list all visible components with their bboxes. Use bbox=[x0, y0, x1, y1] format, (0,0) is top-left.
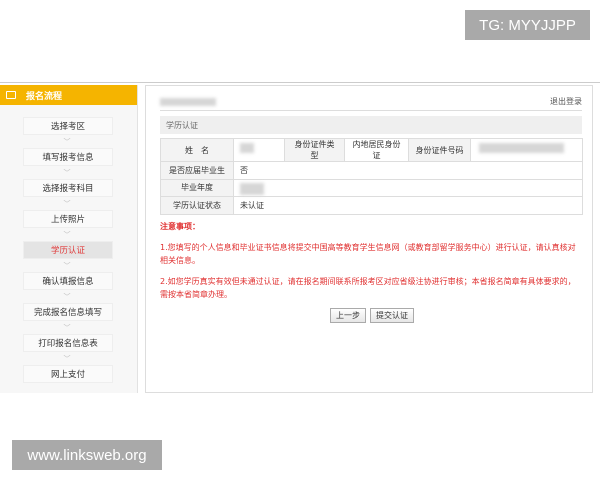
monitor-icon bbox=[6, 91, 16, 99]
id-type-label: 身份证件类型 bbox=[284, 138, 345, 162]
sidebar-step[interactable]: 填写报考信息 bbox=[23, 148, 113, 166]
divider bbox=[0, 82, 600, 83]
grad-year-label: 毕业年度 bbox=[160, 178, 234, 197]
notice: 注意事项： 1.您填写的个人信息和毕业证书信息将提交中国高等教育学生信息网（或教… bbox=[160, 220, 580, 309]
name-label: 姓 名 bbox=[160, 138, 234, 162]
redacted-username bbox=[160, 98, 216, 106]
main-panel: 退出登录 学历认证 姓 名 身份证件类型 内地居民身份证 身份证件号码 是否应届… bbox=[145, 85, 593, 393]
sidebar-step[interactable]: 学历认证 bbox=[23, 241, 113, 259]
id-no-label: 身份证件号码 bbox=[408, 138, 471, 162]
submit-button[interactable]: 提交认证 bbox=[370, 308, 414, 323]
divider bbox=[160, 110, 582, 111]
sidebar-title: 报名流程 bbox=[26, 91, 63, 102]
notice-item: 2.如您学历真实有效但未通过认证，请在报名期间联系所报考区对应省级注协进行审核；… bbox=[160, 277, 576, 299]
sidebar-step[interactable]: 确认填报信息 bbox=[23, 272, 113, 290]
prev-button[interactable]: 上一步 bbox=[330, 308, 366, 323]
id-type-value: 内地居民身份证 bbox=[344, 138, 409, 162]
logout-link[interactable]: 退出登录 bbox=[550, 96, 582, 107]
table-row: 学历认证状态 未认证 bbox=[160, 196, 583, 215]
chevron-down-icon: ﹀ bbox=[63, 231, 71, 239]
sidebar-step[interactable]: 打印报名信息表 bbox=[23, 334, 113, 352]
name-value bbox=[233, 138, 285, 162]
sidebar-step[interactable]: 完成报名信息填写 bbox=[23, 303, 113, 321]
sidebar-step[interactable]: 选择报考科目 bbox=[23, 179, 113, 197]
sidebar-step[interactable]: 网上支付 bbox=[23, 365, 113, 383]
fresh-grad-label: 是否应届毕业生 bbox=[160, 161, 234, 180]
sidebar: 报名流程 选择考区 ﹀ 填写报考信息 ﹀ 选择报考科目 ﹀ 上传照片 ﹀ 学历认证 ﹀ 确认填报信息… bbox=[0, 85, 138, 393]
chevron-down-icon: ﹀ bbox=[63, 293, 71, 301]
grad-year-value bbox=[233, 178, 583, 197]
info-table: 姓 名 身份证件类型 内地居民身份证 身份证件号码 是否应届毕业生 否 毕业年度… bbox=[160, 138, 583, 215]
sidebar-step[interactable]: 上传照片 bbox=[23, 210, 113, 228]
chevron-down-icon: ﹀ bbox=[63, 324, 71, 332]
section-title: 学历认证 bbox=[160, 116, 582, 134]
notice-item: 1.您填写的个人信息和毕业证书信息将提交中国高等教育学生信息网（或教育部留学服务… bbox=[160, 243, 576, 265]
watermark-bottom: www.linksweb.org bbox=[12, 440, 162, 470]
chevron-down-icon: ﹀ bbox=[63, 138, 71, 146]
notice-title: 注意事项： bbox=[160, 222, 200, 231]
chevron-down-icon: ﹀ bbox=[63, 262, 71, 270]
chevron-down-icon: ﹀ bbox=[63, 169, 71, 177]
status-value: 未认证 bbox=[233, 196, 583, 215]
watermark-top: TG: MYYJJPP bbox=[465, 10, 590, 40]
id-no-value bbox=[470, 138, 583, 162]
table-row: 姓 名 身份证件类型 内地居民身份证 身份证件号码 bbox=[160, 138, 583, 162]
sidebar-header: 报名流程 bbox=[0, 85, 137, 105]
chevron-down-icon: ﹀ bbox=[63, 200, 71, 208]
sidebar-step[interactable]: 选择考区 bbox=[23, 117, 113, 135]
status-label: 学历认证状态 bbox=[160, 196, 234, 215]
table-row: 是否应届毕业生 否 bbox=[160, 161, 583, 180]
chevron-down-icon: ﹀ bbox=[63, 355, 71, 363]
table-row: 毕业年度 bbox=[160, 178, 583, 197]
fresh-grad-value: 否 bbox=[233, 161, 583, 180]
